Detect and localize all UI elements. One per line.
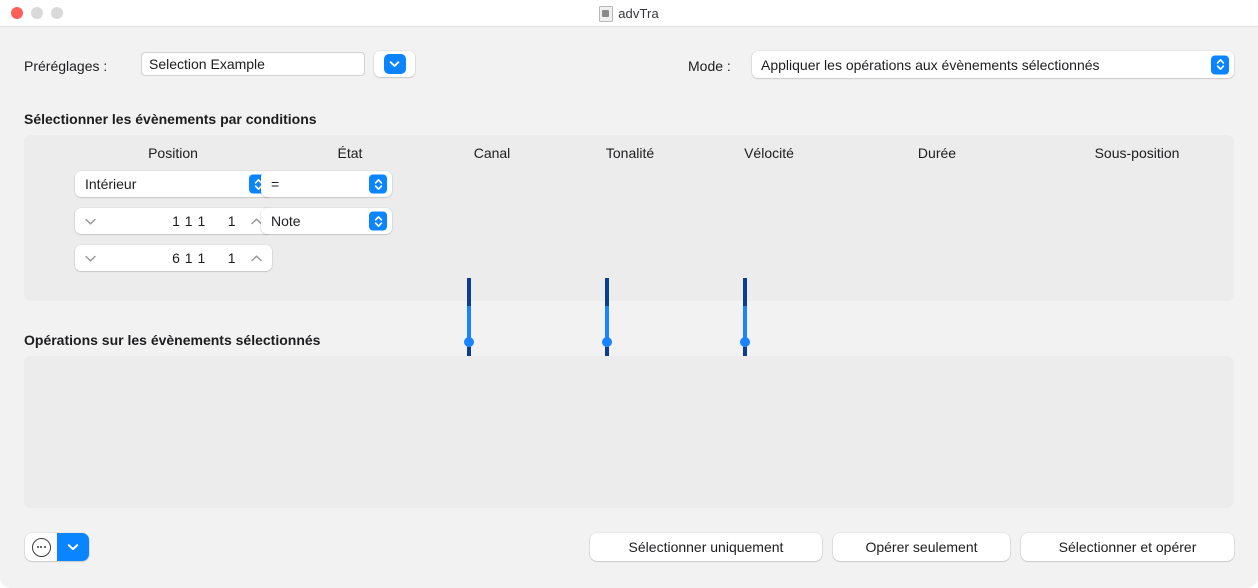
position-from-value: 1 1 1 1: [172, 213, 236, 229]
state-value-popup[interactable]: Note: [261, 208, 392, 234]
slider-knob[interactable]: [602, 337, 612, 347]
app-window: advTra Préréglages : Selection Example M…: [0, 0, 1258, 588]
column-header-etat: État: [337, 145, 363, 161]
position-to-value: 6 1 1 1: [172, 250, 236, 266]
column-header-canal: Canal: [473, 145, 511, 161]
select-and-operate-button[interactable]: Sélectionner et opérer: [1021, 533, 1234, 561]
operations-section-title: Opérations sur les évènements sélectionn…: [24, 332, 321, 348]
chevron-up-icon[interactable]: [250, 254, 263, 263]
chevron-down-icon: [67, 538, 79, 556]
up-down-chevron-icon: [1211, 55, 1229, 74]
slider-track-upper: [605, 278, 609, 306]
window-titlebar: advTra: [0, 0, 1258, 27]
conditions-section-title: Sélectionner les évènements par conditio…: [24, 111, 317, 127]
operations-panel: [24, 356, 1234, 508]
ellipsis-circle-glyph: [31, 537, 51, 557]
column-header-sous-position: Sous-position: [1094, 145, 1180, 161]
slider-track-upper: [743, 278, 747, 306]
column-header-position: Position: [148, 145, 198, 161]
slider-track-upper: [467, 278, 471, 306]
mode-popup-button[interactable]: Appliquer les opérations aux évènements …: [752, 51, 1234, 78]
slider-knob[interactable]: [740, 337, 750, 347]
presets-input[interactable]: Selection Example: [141, 52, 365, 76]
chevron-down-icon: [383, 54, 406, 74]
dot: [40, 546, 42, 548]
mode-label: Mode :: [688, 58, 731, 74]
ellipsis-circle-icon[interactable]: [25, 533, 57, 561]
state-operator-popup[interactable]: =: [261, 171, 392, 197]
position-to-stepper[interactable]: 6 1 1 1: [75, 245, 272, 271]
slider-knob[interactable]: [464, 337, 474, 347]
state-value: Note: [271, 213, 301, 229]
top-controls-row: Préréglages : Selection Example Mode : A…: [0, 27, 1258, 79]
column-header-tonalite: Tonalité: [605, 145, 655, 161]
up-down-chevron-icon: [369, 174, 387, 194]
more-options-segmented-control[interactable]: [25, 533, 89, 561]
state-operator-value: =: [271, 176, 280, 192]
more-options-dropdown-button[interactable]: [57, 533, 89, 561]
presets-dropdown-button[interactable]: [374, 51, 415, 77]
position-mode-value: Intérieur: [85, 176, 137, 192]
dot: [43, 546, 46, 548]
position-mode-popup[interactable]: Intérieur: [75, 171, 272, 197]
column-header-duree: Durée: [917, 145, 957, 161]
conditions-panel: Position État Canal Tonalité Vélocité Du…: [24, 135, 1234, 301]
dot: [36, 546, 39, 548]
select-only-button[interactable]: Sélectionner uniquement: [590, 533, 822, 561]
mode-popup-value: Appliquer les opérations aux évènements …: [761, 56, 1100, 73]
presets-label: Préréglages :: [24, 58, 108, 74]
chevron-down-icon[interactable]: [84, 217, 97, 226]
document-icon: [599, 5, 614, 22]
window-title-group: advTra: [0, 0, 1258, 27]
chevron-down-icon[interactable]: [84, 254, 97, 263]
operate-only-button[interactable]: Opérer seulement: [833, 533, 1010, 561]
up-down-chevron-icon: [369, 211, 387, 231]
window-title: advTra: [618, 6, 659, 21]
position-from-stepper[interactable]: 1 1 1 1: [75, 208, 272, 234]
column-header-velocite: Vélocité: [744, 145, 794, 161]
